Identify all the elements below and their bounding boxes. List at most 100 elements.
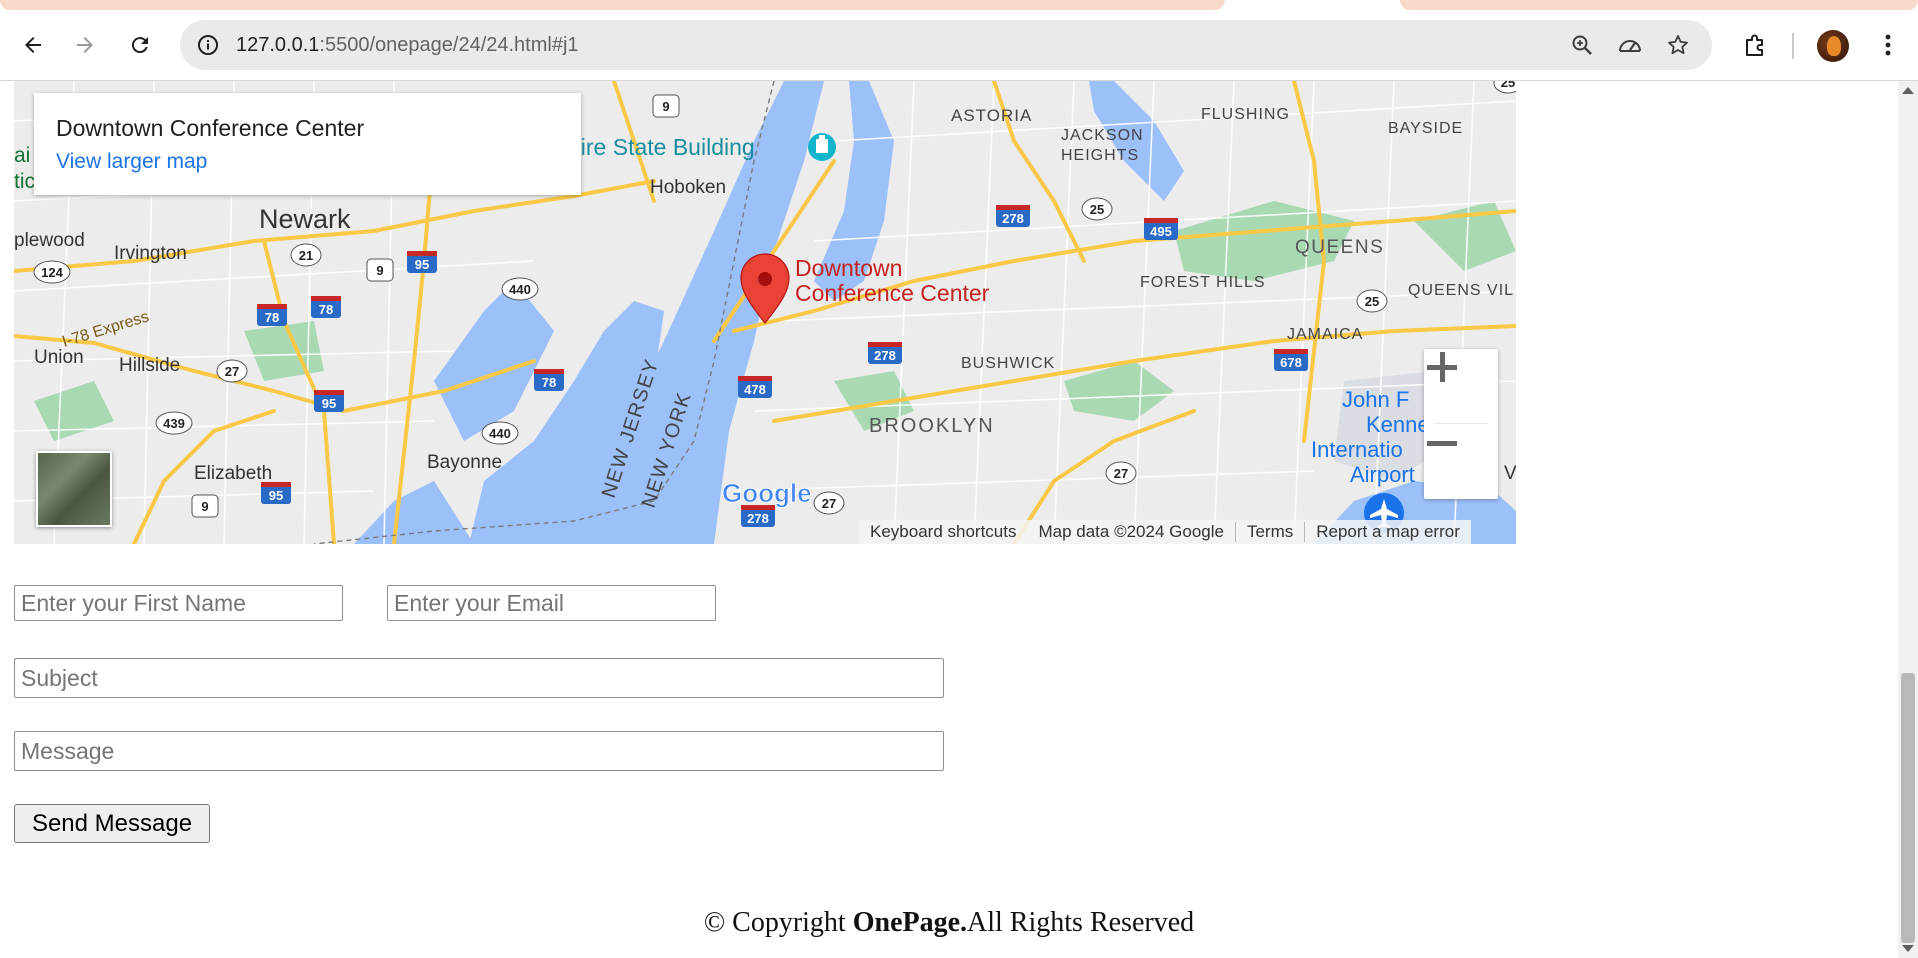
svg-text:278: 278 [874, 348, 896, 363]
label-tic: tic [14, 170, 35, 193]
page-scrollbar[interactable] [1898, 81, 1918, 958]
svg-text:25: 25 [1090, 202, 1104, 217]
label-forest-hills: FOREST HILLS [1140, 274, 1266, 291]
svg-text:278: 278 [1002, 211, 1024, 226]
svg-text:21: 21 [299, 248, 313, 263]
email-input[interactable] [387, 585, 716, 621]
shield-27-b: 27 [1105, 461, 1137, 485]
label-jfk-3: Internatio [1311, 437, 1403, 462]
shield-i95-a: 95 [407, 251, 437, 273]
satellite-layer-toggle[interactable] [36, 451, 112, 527]
label-jfk-4: Airport [1350, 462, 1415, 487]
scroll-down-arrow-icon[interactable] [1902, 945, 1914, 952]
footer-prefix: © Copyright [703, 907, 853, 938]
label-newark: Newark [259, 204, 351, 234]
svg-text:25: 25 [1501, 81, 1515, 90]
scroll-up-arrow-icon[interactable] [1902, 87, 1914, 94]
reload-icon[interactable] [122, 27, 158, 63]
marker-label-line1: Downtown [795, 255, 902, 281]
shield-i478: 478 [738, 376, 772, 398]
label-flushing: FLUSHING [1201, 106, 1290, 123]
svg-text:95: 95 [415, 257, 429, 272]
send-message-button[interactable]: Send Message [14, 804, 210, 843]
svg-text:278: 278 [747, 511, 769, 526]
first-name-input[interactable] [14, 585, 343, 621]
shield-i95-c: 95 [261, 482, 291, 504]
toolbar-separator [1792, 33, 1794, 59]
label-queens: QUEENS [1295, 237, 1384, 258]
label-v-edge: V [1504, 463, 1516, 484]
shield-i495: 495 [1144, 218, 1178, 240]
shield-i278-a: 278 [996, 205, 1030, 227]
report-error-link[interactable]: Report a map error [1305, 522, 1471, 542]
label-jackson: JACKSON [1061, 127, 1144, 144]
footer-brand: OnePage. [852, 907, 968, 938]
zoom-divider [1434, 423, 1488, 424]
inactive-tab[interactable] [0, 0, 1225, 10]
shield-us-9-mid: 9 [366, 258, 394, 282]
terms-link[interactable]: Terms [1236, 522, 1304, 542]
message-input[interactable] [14, 731, 944, 771]
extensions-icon[interactable] [1740, 30, 1770, 60]
place-info-card: Downtown Conference Center View larger m… [34, 93, 581, 195]
kebab-menu-icon[interactable] [1873, 30, 1903, 60]
svg-text:439: 439 [163, 416, 185, 431]
label-jamaica: JAMAICA [1287, 326, 1363, 343]
shield-i678: 678 [1274, 349, 1308, 371]
page-footer: © Copyright OnePage.All Rights Reserved [0, 907, 1898, 939]
shield-440-b: 440 [481, 421, 519, 445]
keyboard-shortcuts-link[interactable]: Keyboard shortcuts [859, 522, 1027, 542]
label-brooklyn: BROOKLYN [869, 415, 995, 437]
zoom-out-button[interactable] [1424, 425, 1498, 499]
label-bushwick: BUSHWICK [961, 355, 1055, 372]
plus-icon [1427, 352, 1457, 382]
inactive-tab-right[interactable] [1400, 0, 1918, 10]
shield-27-c: 27 [813, 491, 845, 515]
url-text[interactable]: 127.0.0.1:5500/onepage/24/24.html#j1 [236, 34, 579, 57]
svg-text:9: 9 [376, 263, 383, 278]
svg-text:95: 95 [269, 488, 283, 503]
zoom-controls [1424, 349, 1498, 499]
shield-i78-a: 78 [257, 304, 287, 326]
svg-text:440: 440 [509, 282, 531, 297]
svg-text:124: 124 [41, 265, 63, 280]
performance-icon[interactable] [1616, 31, 1644, 59]
back-arrow-icon[interactable] [15, 27, 51, 63]
subject-input[interactable] [14, 658, 944, 698]
site-info-icon[interactable] [192, 29, 224, 61]
shield-i78-c: 78 [534, 369, 564, 391]
zoom-in-button[interactable] [1424, 349, 1498, 423]
url-path: :5500/onepage/24/24.html#j1 [319, 34, 579, 56]
scrollbar-thumb[interactable] [1901, 673, 1915, 943]
shield-us-9-low: 9 [191, 494, 219, 518]
shield-25-a: 25 [1081, 197, 1113, 221]
shield-27-a: 27 [216, 359, 248, 383]
view-larger-map-link[interactable]: View larger map [56, 150, 207, 174]
label-union: Union [34, 347, 84, 368]
svg-text:9: 9 [201, 499, 208, 514]
address-bar[interactable]: 127.0.0.1:5500/onepage/24/24.html#j1 [180, 20, 1712, 70]
marker-label-line2: Conference Center [795, 280, 990, 306]
label-queens-vil: QUEENS VIL [1408, 282, 1514, 299]
label-jfk-1: John F [1342, 387, 1409, 412]
map-attribution: Keyboard shortcuts Map data ©2024 Google… [859, 520, 1471, 544]
zoom-icon[interactable] [1568, 31, 1596, 59]
label-bayside: BAYSIDE [1388, 120, 1463, 137]
shield-i78-b: 78 [311, 296, 341, 318]
label-heights: HEIGHTS [1061, 147, 1139, 164]
svg-text:478: 478 [744, 382, 766, 397]
footer-suffix: All Rights Reserved [967, 907, 1195, 938]
forward-arrow-icon[interactable] [67, 27, 103, 63]
svg-text:25: 25 [1365, 294, 1379, 309]
svg-text:78: 78 [319, 302, 333, 317]
svg-text:27: 27 [225, 364, 239, 379]
shield-21: 21 [290, 243, 322, 267]
shield-i95-b: 95 [314, 390, 344, 412]
shield-us-9-top: 9 [652, 94, 680, 118]
shield-439: 439 [155, 411, 193, 435]
label-plewood: plewood [14, 230, 85, 251]
bookmark-star-icon[interactable] [1664, 31, 1692, 59]
label-hillside: Hillside [119, 355, 180, 376]
embedded-map[interactable]: ASTORIA FLUSHING BAYSIDE JACKSON HEIGHTS… [14, 81, 1516, 544]
profile-avatar[interactable] [1817, 30, 1849, 62]
